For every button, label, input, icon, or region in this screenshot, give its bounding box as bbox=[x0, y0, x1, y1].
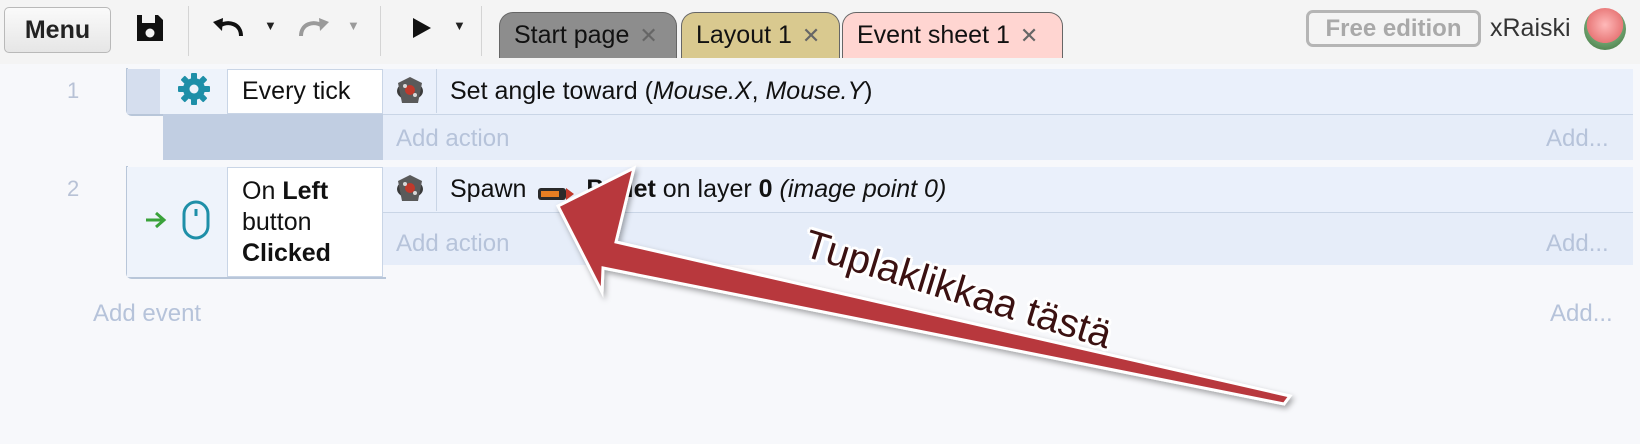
close-icon[interactable]: ✕ bbox=[802, 23, 820, 49]
menu-button[interactable]: Menu bbox=[4, 7, 111, 53]
condition-icon-cell bbox=[127, 167, 228, 277]
event-number: 2 bbox=[67, 176, 80, 201]
undo-icon[interactable] bbox=[210, 10, 248, 46]
bullet-sprite-icon bbox=[537, 181, 575, 201]
sprite-player-icon bbox=[383, 69, 437, 113]
action-set-angle[interactable]: Set angle toward (Mouse.X, Mouse.Y) bbox=[383, 69, 1633, 114]
action-spawn[interactable]: Spawn Bullet on layer 0 (image point 0) bbox=[383, 167, 1633, 212]
condition-on-left-clicked[interactable]: On Left button Clicked bbox=[227, 167, 383, 277]
action-add-row bbox=[383, 212, 1633, 265]
close-icon[interactable]: ✕ bbox=[639, 23, 657, 49]
add-event-more-link[interactable]: Add... bbox=[1550, 300, 1613, 328]
toolbar-divider bbox=[481, 6, 482, 56]
toolbar-divider bbox=[188, 6, 189, 56]
redo-dropdown-icon[interactable]: ▼ bbox=[347, 18, 360, 33]
undo-dropdown-icon[interactable]: ▼ bbox=[264, 18, 277, 33]
save-icon[interactable] bbox=[132, 10, 168, 46]
action-text: Set angle toward (Mouse.X, Mouse.Y) bbox=[450, 77, 873, 105]
tab-label: Start page bbox=[514, 21, 630, 49]
redo-icon[interactable] bbox=[294, 10, 332, 46]
condition-icon-cell bbox=[160, 69, 228, 114]
add-action-link[interactable]: Add action bbox=[396, 125, 509, 153]
add-more-link[interactable]: Add... bbox=[1546, 125, 1609, 153]
toolbar-divider bbox=[380, 6, 381, 56]
sprite-player-icon bbox=[383, 167, 437, 211]
username[interactable]: xRaiski bbox=[1490, 14, 1571, 43]
gear-icon bbox=[177, 72, 211, 111]
event-number: 1 bbox=[67, 78, 80, 103]
close-icon[interactable]: ✕ bbox=[1020, 23, 1038, 49]
event-block-footer bbox=[163, 114, 383, 160]
tab-event-sheet-1[interactable]: Event sheet 1 ✕ bbox=[842, 12, 1063, 58]
tab-label: Event sheet 1 bbox=[857, 21, 1010, 49]
action-text: Spawn Bullet on layer 0 (image point 0) bbox=[450, 175, 947, 203]
condition-label: On Left button Clicked bbox=[242, 177, 331, 267]
mouse-icon bbox=[182, 200, 210, 245]
play-dropdown-icon[interactable]: ▼ bbox=[453, 18, 466, 33]
play-icon[interactable] bbox=[408, 10, 436, 46]
tab-start-page[interactable]: Start page ✕ bbox=[499, 12, 677, 58]
free-edition-badge[interactable]: Free edition bbox=[1306, 10, 1481, 47]
action-add-row bbox=[383, 114, 1633, 160]
condition-label: Every tick bbox=[242, 77, 351, 105]
condition-every-tick[interactable]: Every tick bbox=[227, 69, 383, 114]
tab-label: Layout 1 bbox=[696, 21, 792, 49]
toolbar: Menu ▼ ▼ ▼ Start page ✕ Layout 1 ✕ Event… bbox=[0, 0, 1640, 64]
add-action-link[interactable]: Add action bbox=[396, 230, 509, 258]
avatar[interactable] bbox=[1584, 8, 1626, 50]
add-more-link[interactable]: Add... bbox=[1546, 230, 1609, 258]
trigger-arrow-icon bbox=[144, 210, 168, 235]
tab-layout-1[interactable]: Layout 1 ✕ bbox=[681, 12, 840, 58]
add-event-link[interactable]: Add event bbox=[93, 300, 201, 328]
